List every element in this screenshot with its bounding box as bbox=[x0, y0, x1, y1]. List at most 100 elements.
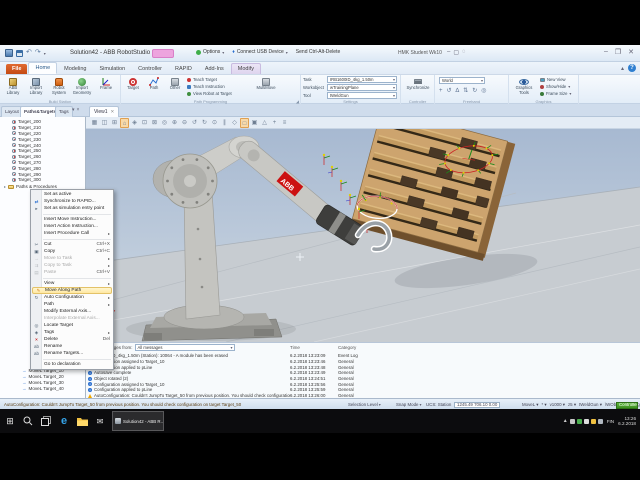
menu-item-locate-target[interactable]: ◎ Locate Target bbox=[31, 322, 113, 329]
start-button[interactable]: ⊞ bbox=[2, 412, 18, 430]
instruction-arg-movel[interactable]: MoveL ▾ bbox=[522, 402, 538, 408]
file-explorer-icon[interactable] bbox=[74, 412, 90, 430]
other-button[interactable]: Other bbox=[165, 76, 185, 99]
tab-modify[interactable]: Modify bbox=[230, 63, 261, 74]
snap-edge-icon[interactable]: ◇ bbox=[230, 118, 239, 128]
robot-system-button[interactable]: Robot System bbox=[48, 76, 70, 99]
viewport-tab[interactable]: View1 ✕ bbox=[89, 106, 120, 117]
undo-view-icon[interactable]: ↺ bbox=[190, 118, 199, 128]
tree-item-movel-target-40[interactable]: → MoveL Target_40 bbox=[0, 385, 85, 391]
instruction-arg-[interactable]: * ▾ bbox=[541, 402, 546, 408]
tab-home[interactable]: Home bbox=[28, 62, 58, 74]
multirobot-jog-icon[interactable]: ◎ bbox=[481, 87, 486, 94]
target-button[interactable]: Target bbox=[123, 76, 143, 99]
import-library-button[interactable]: Import Library bbox=[25, 76, 47, 99]
column-header-time[interactable]: Time bbox=[290, 345, 300, 350]
menu-item-delete[interactable]: × Delete Del bbox=[31, 336, 113, 343]
output-filter-combo[interactable]: All messages ▾ bbox=[134, 344, 235, 351]
view-all-icon[interactable]: ▦ bbox=[90, 118, 99, 128]
zoom-in-icon[interactable]: ⊡ bbox=[140, 118, 149, 128]
tree-item-target-300[interactable]: Target_300 bbox=[0, 177, 85, 183]
undo-icon[interactable]: ↶ bbox=[26, 48, 32, 58]
send-cad-button[interactable]: Send Ctrl-Alt-Delete bbox=[296, 49, 340, 55]
move-icon[interactable]: + bbox=[439, 88, 443, 94]
snap-mode-dropdown[interactable]: Snap Mode ▾ bbox=[396, 402, 421, 407]
expander-icon[interactable]: ▸ bbox=[4, 184, 6, 189]
snap-grid-icon[interactable]: ∥ bbox=[220, 118, 229, 128]
look-at-icon[interactable]: ◎ bbox=[160, 118, 169, 128]
import-geometry-button[interactable]: Import Geometry bbox=[71, 76, 93, 99]
tab-simulation[interactable]: Simulation bbox=[93, 64, 131, 74]
show-hide-button[interactable]: Show/Hide ▾ bbox=[540, 83, 570, 90]
selection-part-icon[interactable]: ▣ bbox=[250, 118, 259, 128]
ucs-indicator[interactable]: UCS: Station bbox=[426, 402, 451, 407]
coordinates-box[interactable]: 1245.49 706.10 0.00 bbox=[454, 401, 501, 408]
menu-item-set-as-active[interactable]: Set as active bbox=[31, 191, 113, 198]
menu-item-move-to-task[interactable]: → Move to Task ▸ bbox=[31, 255, 113, 262]
menu-item-copy[interactable]: ▣ Copy Ctrl+C bbox=[31, 248, 113, 255]
multimove-button[interactable]: MultiMove bbox=[253, 76, 279, 99]
pan-icon[interactable]: ⌂ bbox=[120, 117, 129, 128]
jog-linear-icon[interactable]: ⇅ bbox=[463, 87, 468, 94]
options-menu[interactable]: Options bbox=[203, 49, 220, 55]
task-combo[interactable]: IRB1600ID_4kg_1.50m ▾ bbox=[327, 76, 397, 83]
panel-pin-icon[interactable]: ▾ bbox=[72, 107, 75, 113]
zoom-window-icon[interactable]: ⊞ bbox=[110, 118, 119, 128]
close-icon[interactable]: ✕ bbox=[628, 48, 634, 56]
panel-close-icon[interactable]: × bbox=[77, 107, 80, 113]
levels-icon[interactable]: ≡ bbox=[280, 118, 289, 128]
instruction-arg-v1000[interactable]: v1000 ▾ bbox=[550, 402, 565, 408]
abb-library-button[interactable]: ABB Library bbox=[2, 76, 24, 99]
frame-button[interactable]: Frame bbox=[95, 76, 117, 99]
new-view-button[interactable]: New View bbox=[540, 76, 566, 83]
menu-item-rename-targets[interactable]: ab Rename Targets... bbox=[31, 350, 113, 357]
tray-icon-2[interactable] bbox=[576, 418, 582, 424]
measure-icon[interactable]: + bbox=[270, 118, 279, 128]
instruction-arg-tweldgun[interactable]: tWeldGun ▾ bbox=[579, 402, 602, 408]
task-view-icon[interactable] bbox=[38, 412, 54, 430]
jog-joint-icon[interactable]: ∆ bbox=[456, 88, 460, 94]
view-robot-at-target-button[interactable]: View Robot at Target bbox=[187, 90, 232, 97]
tool-combo[interactable]: tWeldGun ▾ bbox=[327, 92, 397, 99]
column-header-category[interactable]: Category bbox=[338, 345, 356, 350]
menu-item-insert-move-instruction[interactable]: Insert Move Instruction... bbox=[31, 216, 113, 223]
menu-item-insert-procedure-call[interactable]: Insert Procedure Call ▸ bbox=[31, 230, 113, 237]
menu-item-copy-to-task[interactable]: ⇉ Copy to Task ▸ bbox=[31, 262, 113, 269]
tray-icon-1[interactable] bbox=[569, 418, 575, 424]
viewport-3d[interactable]: ABB bbox=[86, 129, 640, 342]
menu-item-synchronize-to-rapid[interactable]: ⇄ Synchronize to RAPID... bbox=[31, 198, 113, 205]
controller-status-badge[interactable]: Controller status: 1/1 bbox=[616, 401, 638, 409]
menu-item-move-along-path[interactable]: ✎ Move Along Path bbox=[32, 287, 112, 294]
rotate-view-icon[interactable]: ◈ bbox=[130, 118, 139, 128]
qat-dropdown-caret[interactable]: ▾ bbox=[44, 51, 46, 56]
teach-instruction-button[interactable]: Teach Instruction bbox=[187, 83, 225, 90]
redo-view-icon[interactable]: ↻ bbox=[200, 118, 209, 128]
tray-icon-5[interactable] bbox=[597, 418, 603, 424]
viewport-tab-close-icon[interactable]: ✕ bbox=[111, 109, 115, 114]
tray-icon-4[interactable] bbox=[590, 418, 596, 424]
view-center-icon[interactable]: ◫ bbox=[100, 118, 109, 128]
path-button[interactable]: Path bbox=[144, 76, 164, 99]
language-indicator[interactable]: FIN bbox=[607, 419, 614, 424]
connect-usb-menu[interactable]: Connect USB Device bbox=[237, 49, 284, 55]
tab-addins[interactable]: Add-Ins bbox=[199, 64, 230, 74]
redo-icon[interactable]: ↷ bbox=[35, 48, 41, 58]
rotate-icon[interactable]: ↺ bbox=[447, 87, 452, 94]
menu-item-modify-external-axis[interactable]: Modify External Axis... bbox=[31, 308, 113, 315]
save-icon[interactable] bbox=[16, 49, 23, 57]
tab-rapid[interactable]: RAPID bbox=[169, 64, 198, 74]
tab-controller[interactable]: Controller bbox=[132, 64, 168, 74]
jog-reorient-icon[interactable]: ↻ bbox=[472, 87, 477, 94]
vm-minimize-icon[interactable]: – bbox=[447, 49, 450, 56]
tab-tags[interactable]: Tags bbox=[55, 106, 73, 117]
tray-show-hidden-icon[interactable]: ▲ bbox=[563, 418, 568, 424]
synchronize-button[interactable]: Synchronize bbox=[406, 76, 430, 99]
restore-icon[interactable]: ❐ bbox=[615, 48, 621, 56]
menu-item-view[interactable]: View ▸ bbox=[31, 280, 113, 287]
vm-restore-icon[interactable]: ▢ bbox=[453, 49, 459, 56]
clock[interactable]: 13:26 6.2.2018 bbox=[618, 416, 636, 426]
menu-item-insert-action-instruction[interactable]: Insert Action Instruction... bbox=[31, 223, 113, 230]
menu-item-set-as-simulation-entry-point[interactable]: ▸ Set as simulation entry point bbox=[31, 205, 113, 212]
menu-item-tags[interactable]: ◈ Tags ▸ bbox=[31, 329, 113, 336]
menu-item-path[interactable]: Path ▸ bbox=[31, 301, 113, 308]
